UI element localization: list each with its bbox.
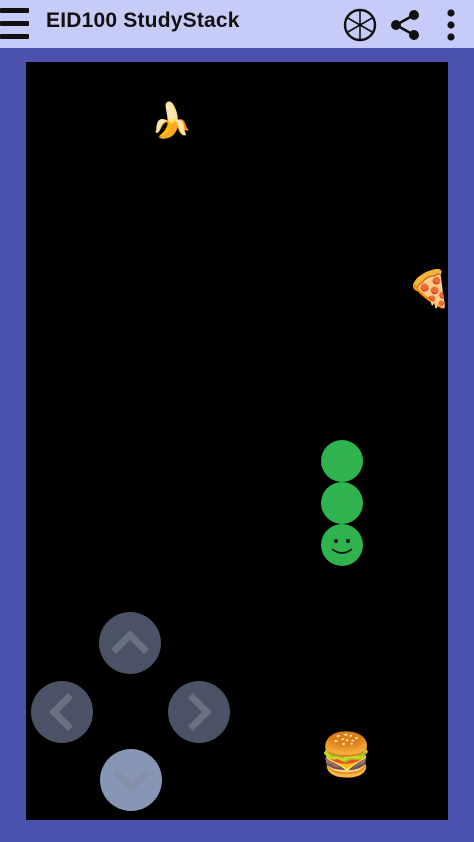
hamburger-menu-icon[interactable] [0, 6, 30, 42]
banana-food: 🍌 [150, 102, 193, 140]
snake-head [321, 524, 363, 566]
dpad-down-button[interactable] [100, 749, 162, 811]
snake-body-segment [321, 482, 363, 524]
dpad-up-button[interactable] [99, 612, 161, 674]
crosshair-wheel-icon[interactable] [343, 8, 377, 42]
share-icon[interactable] [388, 8, 422, 42]
overflow-menu-icon[interactable] [436, 8, 466, 42]
smiley-face-icon [331, 539, 353, 554]
page-title: EID100 StudyStack [46, 9, 240, 32]
dpad-left-button[interactable] [31, 681, 93, 743]
chevron-down-icon [112, 769, 150, 793]
burger-food: 🍔 [320, 731, 373, 778]
chevron-up-icon [111, 630, 149, 654]
pizza-food: 🍕 [407, 268, 448, 309]
chevron-left-icon [49, 693, 73, 731]
game-board[interactable]: 🍌 🍕 🍔 [26, 62, 448, 820]
app-toolbar: EID100 StudyStack [0, 0, 474, 48]
snake-body-segment [321, 440, 363, 482]
chevron-right-icon [188, 693, 212, 731]
dpad-right-button[interactable] [168, 681, 230, 743]
app-root: EID100 StudyStack 🍌 🍕 🍔 [0, 0, 474, 842]
